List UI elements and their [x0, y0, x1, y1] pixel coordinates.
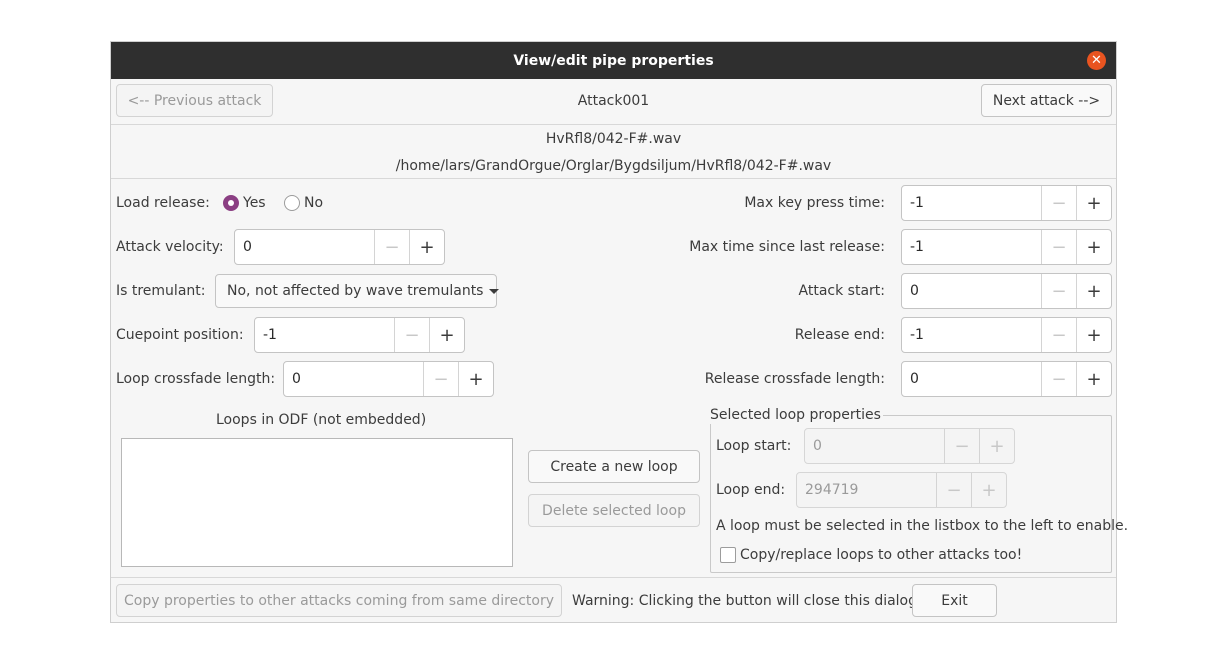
loop-end-value[interactable]: 294719	[797, 473, 936, 507]
max-key-press-spinner[interactable]: -1 − +	[901, 185, 1112, 221]
delete-loop-button[interactable]: Delete selected loop	[528, 494, 700, 527]
release-crossfade-value[interactable]: 0	[902, 362, 1041, 396]
warning-text: Warning: Clicking the button will close …	[572, 593, 923, 609]
is-tremulant-dropdown[interactable]: No, not affected by wave tremulants	[215, 274, 500, 308]
plus-icon[interactable]: +	[1076, 362, 1111, 396]
is-tremulant-label: Is tremulant:	[116, 283, 206, 299]
load-release-yes-radio[interactable]	[223, 195, 239, 211]
loops-list-title: Loops in ODF (not embedded)	[216, 412, 427, 428]
minus-icon[interactable]: −	[1041, 362, 1076, 396]
copy-properties-button[interactable]: Copy properties to other attacks coming …	[116, 584, 562, 617]
plus-icon[interactable]: +	[971, 473, 1006, 507]
divider	[111, 577, 1116, 578]
copy-loops-checkbox[interactable]	[720, 547, 736, 563]
max-since-release-spinner[interactable]: -1 − +	[901, 229, 1112, 265]
divider	[111, 124, 1116, 125]
attack-start-label: Attack start:	[798, 283, 885, 299]
attack-start-value[interactable]: 0	[902, 274, 1041, 308]
close-icon[interactable]: ✕	[1087, 51, 1106, 70]
load-release-label: Load release:	[116, 195, 210, 211]
minus-icon[interactable]: −	[1041, 186, 1076, 220]
minus-icon[interactable]: −	[944, 429, 979, 463]
attack-start-spinner[interactable]: 0 − +	[901, 273, 1112, 309]
file-path: /home/lars/GrandOrgue/Orglar/Bygdsiljum/…	[395, 158, 832, 174]
plus-icon[interactable]: +	[1076, 318, 1111, 352]
create-loop-button[interactable]: Create a new loop	[528, 450, 700, 483]
max-key-press-label: Max key press time:	[744, 195, 885, 211]
is-tremulant-value: No, not affected by wave tremulants	[227, 283, 484, 299]
minus-icon[interactable]: −	[374, 230, 409, 264]
load-release-yes-label[interactable]: Yes	[243, 194, 266, 212]
next-attack-button[interactable]: Next attack -->	[981, 84, 1112, 117]
cuepoint-value[interactable]: -1	[255, 318, 394, 352]
attack-velocity-value[interactable]: 0	[235, 230, 374, 264]
load-release-no-label[interactable]: No	[304, 194, 323, 212]
selected-loop-title: Selected loop properties	[708, 406, 883, 424]
loop-crossfade-label: Loop crossfade length:	[116, 371, 276, 387]
load-release-no-radio[interactable]	[284, 195, 300, 211]
minus-icon[interactable]: −	[1041, 230, 1076, 264]
release-end-value[interactable]: -1	[902, 318, 1041, 352]
pipe-properties-dialog: View/edit pipe properties ✕ <-- Previous…	[110, 41, 1128, 623]
release-end-spinner[interactable]: -1 − +	[901, 317, 1112, 353]
plus-icon[interactable]: +	[1076, 186, 1111, 220]
cuepoint-label: Cuepoint position:	[116, 327, 244, 343]
release-end-label: Release end:	[794, 327, 885, 343]
max-since-release-label: Max time since last release:	[689, 239, 885, 255]
plus-icon[interactable]: +	[429, 318, 464, 352]
loop-crossfade-value[interactable]: 0	[284, 362, 423, 396]
loop-start-spinner[interactable]: 0 − +	[804, 428, 1015, 464]
loop-end-label: Loop end:	[716, 482, 786, 498]
attack-velocity-spinner[interactable]: 0 − +	[234, 229, 445, 265]
release-crossfade-spinner[interactable]: 0 − +	[901, 361, 1112, 397]
cuepoint-spinner[interactable]: -1 − +	[254, 317, 465, 353]
dropdown-arrow-icon	[489, 288, 500, 294]
dialog-title: View/edit pipe properties	[513, 52, 714, 69]
loop-end-spinner[interactable]: 294719 − +	[796, 472, 1007, 508]
minus-icon[interactable]: −	[394, 318, 429, 352]
attack-name: Attack001	[577, 93, 650, 109]
minus-icon[interactable]: −	[423, 362, 458, 396]
max-key-press-value[interactable]: -1	[902, 186, 1041, 220]
minus-icon[interactable]: −	[1041, 318, 1076, 352]
minus-icon[interactable]: −	[1041, 274, 1076, 308]
dialog-titlebar: View/edit pipe properties ✕	[111, 42, 1116, 79]
plus-icon[interactable]: +	[1076, 230, 1111, 264]
plus-icon[interactable]: +	[409, 230, 444, 264]
loop-hint-text: A loop must be selected in the listbox t…	[716, 518, 1129, 534]
file-name: HvRfl8/042-F#.wav	[545, 131, 682, 147]
loop-start-label: Loop start:	[716, 438, 792, 454]
minus-icon[interactable]: −	[936, 473, 971, 507]
copy-loops-label[interactable]: Copy/replace loops to other attacks too!	[740, 546, 1022, 564]
max-since-release-value[interactable]: -1	[902, 230, 1041, 264]
plus-icon[interactable]: +	[1076, 274, 1111, 308]
divider	[111, 178, 1116, 179]
loop-crossfade-spinner[interactable]: 0 − +	[283, 361, 494, 397]
release-crossfade-label: Release crossfade length:	[704, 371, 885, 387]
exit-button[interactable]: Exit	[912, 584, 997, 617]
loop-start-value[interactable]: 0	[805, 429, 944, 463]
plus-icon[interactable]: +	[979, 429, 1014, 463]
plus-icon[interactable]: +	[458, 362, 493, 396]
attack-velocity-label: Attack velocity:	[116, 239, 224, 255]
loops-listbox[interactable]	[121, 438, 513, 567]
